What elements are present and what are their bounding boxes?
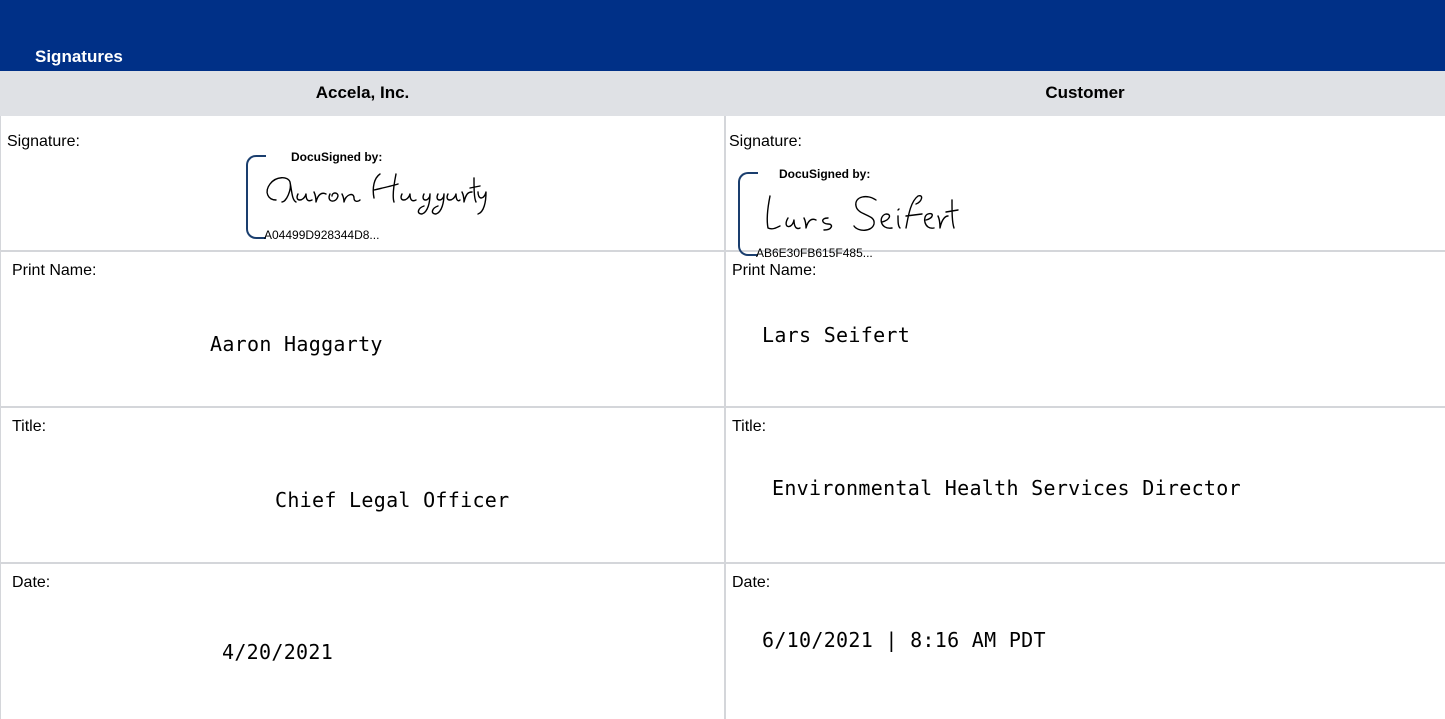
title-value: Chief Legal Officer (275, 488, 510, 512)
signature-label: Signature: (7, 133, 80, 150)
row-divider (0, 250, 1445, 252)
date-label: Date: (12, 574, 51, 591)
section-header: Signatures (0, 0, 1445, 71)
docusign-label: DocuSigned by: (779, 167, 871, 181)
docusign-envelope-id: A04499D928344D8... (264, 228, 380, 242)
print-name-label: Print Name: (12, 262, 97, 279)
docusign-bracket (738, 172, 758, 256)
column-divider (724, 116, 726, 719)
date-value: 4/20/2021 (222, 640, 334, 664)
title-label: Title: (12, 418, 47, 435)
print-name-value: Lars Seifert (762, 323, 911, 347)
print-name-value: Aaron Haggarty (210, 332, 383, 356)
row-divider (0, 562, 1445, 564)
print-name-label: Print Name: (732, 262, 817, 279)
row-divider (0, 406, 1445, 408)
title-value: Environmental Health Services Director (772, 476, 1241, 500)
title-label: Title: (732, 418, 767, 435)
date-value: 6/10/2021 | 8:16 AM PDT (762, 628, 1046, 652)
section-title: Signatures (35, 47, 123, 66)
signature-image (766, 194, 959, 231)
date-label: Date: (732, 574, 771, 591)
column-header-customer: Customer (1045, 83, 1125, 102)
left-border (0, 116, 1, 719)
column-header-accela: Accela, Inc. (315, 83, 410, 102)
signature-label: Signature: (729, 133, 802, 150)
docusign-label: DocuSigned by: (291, 150, 383, 164)
docusign-envelope-id: AB6E30FB615F485... (756, 246, 873, 260)
signature-image (266, 173, 487, 215)
column-header-row: Accela, Inc. Customer (0, 71, 1445, 116)
